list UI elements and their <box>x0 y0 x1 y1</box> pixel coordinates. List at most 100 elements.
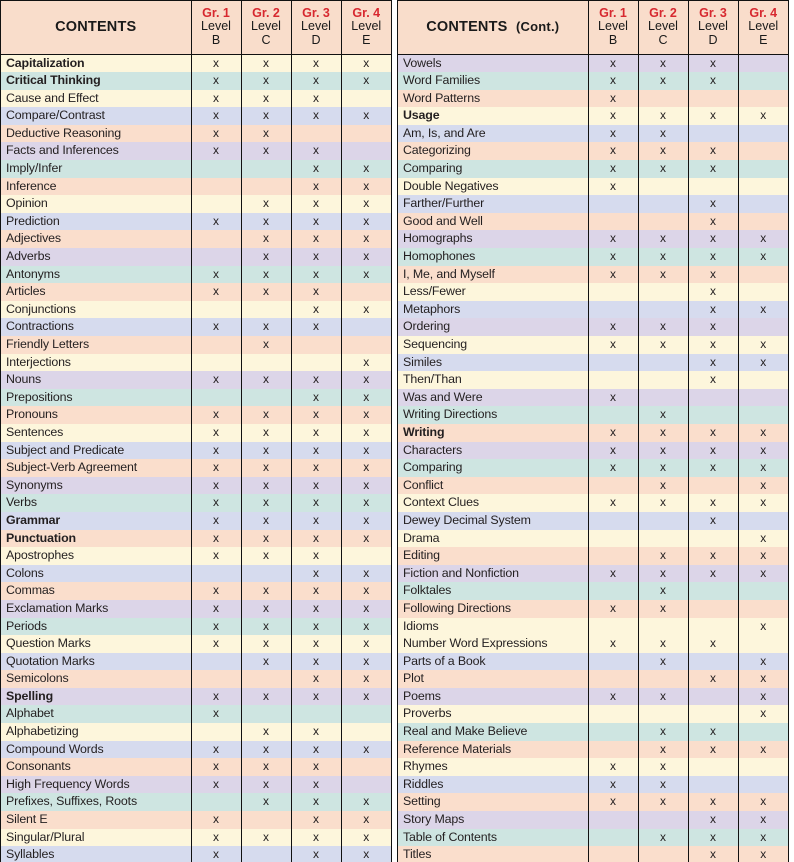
table-row: Homographs x x x x <box>398 230 788 249</box>
topic-label: Inference <box>1 177 192 196</box>
mark-cell-checked: x <box>291 758 342 776</box>
table-row: Apostrophes x x x <box>1 547 391 565</box>
table-row: Sentences x x x x <box>1 423 391 442</box>
table-row: Parts of a Book x x <box>398 652 788 671</box>
table-row: Folktales x <box>398 582 788 600</box>
mark-cell-empty <box>241 388 292 407</box>
table-row: Writing Directions x <box>398 406 788 424</box>
table-row: Friendly Letters x <box>1 336 391 354</box>
table-row: I, Me, and Myself x x x <box>398 265 788 284</box>
topic-label: High Frequency Words <box>1 775 192 794</box>
mark-cell-checked: x <box>241 441 292 460</box>
mark-cell-checked: x <box>688 441 739 460</box>
mark-cell-checked: x <box>191 828 242 847</box>
mark-cell-checked: x <box>638 793 689 812</box>
mark-cell-checked: x <box>363 794 370 809</box>
topic-label: Adjectives <box>1 230 192 249</box>
topic-label: Colons <box>1 564 192 583</box>
topic-label: Opinion <box>1 195 192 213</box>
grade-level-word: Level <box>301 19 331 33</box>
mark-cell-checked: x <box>588 230 639 249</box>
mark-cell-checked: x <box>588 494 639 512</box>
mark-cell-empty <box>341 705 391 723</box>
left-table-header: CONTENTS Gr. 1 Level B Gr. 2 Level C Gr.… <box>1 1 391 55</box>
mark-cell-empty <box>341 90 391 108</box>
mark-cell-checked: x <box>688 846 739 862</box>
grade-level-word: Level <box>251 19 281 33</box>
mark-cell-checked: x <box>241 687 292 706</box>
mark-cell-empty <box>688 687 739 706</box>
mark-cell-empty <box>688 582 739 600</box>
topic-label: Comparing <box>398 160 589 178</box>
mark-cell-checked: x <box>291 635 342 653</box>
header-grade-4: Gr. 4 Level E <box>341 1 391 55</box>
mark-cell-checked: x <box>588 793 639 812</box>
mark-cell-checked: x <box>638 599 689 618</box>
mark-cell-checked: x <box>638 476 689 495</box>
mark-cell-checked: x <box>291 476 342 495</box>
mark-cell-checked: x <box>241 775 292 794</box>
table-row: Capitalization x x x x <box>1 54 391 73</box>
mark-cell-empty <box>191 564 242 583</box>
mark-cell-empty <box>738 160 788 178</box>
mark-cell-empty <box>638 195 689 213</box>
mark-cell-checked: x <box>191 72 242 90</box>
mark-cell-empty <box>638 705 689 724</box>
mark-cell-empty <box>241 177 292 196</box>
mark-cell-checked: x <box>760 812 767 827</box>
mark-cell-empty <box>588 300 639 319</box>
topic-label: Contractions <box>1 318 192 336</box>
mark-cell-checked: x <box>638 142 689 161</box>
table-row: Titles x x <box>398 846 788 862</box>
table-row: Drama x <box>398 529 788 548</box>
topic-label: Singular/Plural <box>1 828 192 847</box>
mark-cell-checked: x <box>638 740 689 759</box>
mark-cell-checked: x <box>363 530 370 545</box>
mark-cell-checked: x <box>291 529 342 548</box>
mark-cell-checked: x <box>291 212 342 231</box>
table-row: Ordering x x x <box>398 318 788 336</box>
topic-label: Ordering <box>398 318 589 336</box>
mark-cell-empty <box>588 652 639 671</box>
mark-cell-empty <box>191 353 242 372</box>
mark-cell-empty <box>738 54 788 72</box>
topic-label: Metaphors <box>398 300 589 319</box>
table-row: Subject and Predicate x x x x <box>1 441 391 460</box>
mark-cell-checked: x <box>363 442 370 457</box>
table-row: Syllables x x x <box>1 846 391 862</box>
mark-cell-empty <box>588 353 639 372</box>
mark-cell-empty <box>738 283 788 301</box>
mark-cell-empty <box>638 212 689 231</box>
mark-cell-checked: x <box>241 529 292 548</box>
table-row: Critical Thinking x x x x <box>1 72 391 90</box>
mark-cell-checked: x <box>291 265 342 284</box>
mark-cell-checked: x <box>588 142 639 161</box>
grade-level-word: Level <box>748 19 779 33</box>
topic-label: Compare/Contrast <box>1 107 192 125</box>
table-row: Nouns x x x x <box>1 371 391 389</box>
topic-label: Was and Were <box>398 388 589 407</box>
table-row: Interjections x <box>1 353 391 372</box>
topic-label: Friendly Letters <box>1 336 192 354</box>
topic-label: Critical Thinking <box>1 72 192 90</box>
topic-label: Prepositions <box>1 388 192 407</box>
mark-cell-checked: x <box>291 89 342 108</box>
mark-cell-checked: x <box>191 371 242 389</box>
table-row: Categorizing x x x <box>398 142 788 161</box>
mark-cell-checked: x <box>638 758 689 776</box>
table-row: Adverbs x x x <box>1 248 391 266</box>
table-row: Then/Than x <box>398 371 788 389</box>
topic-label: Comparing <box>398 459 589 477</box>
mark-cell-checked: x <box>291 652 342 671</box>
topic-label: Less/Fewer <box>398 283 589 301</box>
mark-cell-checked: x <box>363 389 370 404</box>
mark-cell-checked: x <box>588 72 639 90</box>
mark-cell-checked: x <box>363 636 370 651</box>
mark-cell-checked: x <box>191 758 242 776</box>
mark-cell-checked: x <box>191 142 242 161</box>
mark-cell-checked: x <box>638 107 689 125</box>
mark-cell-empty <box>638 371 689 389</box>
table-row: Table of Contents x x x <box>398 828 788 847</box>
mark-cell-empty <box>588 846 639 862</box>
topic-label: Silent E <box>1 811 192 829</box>
